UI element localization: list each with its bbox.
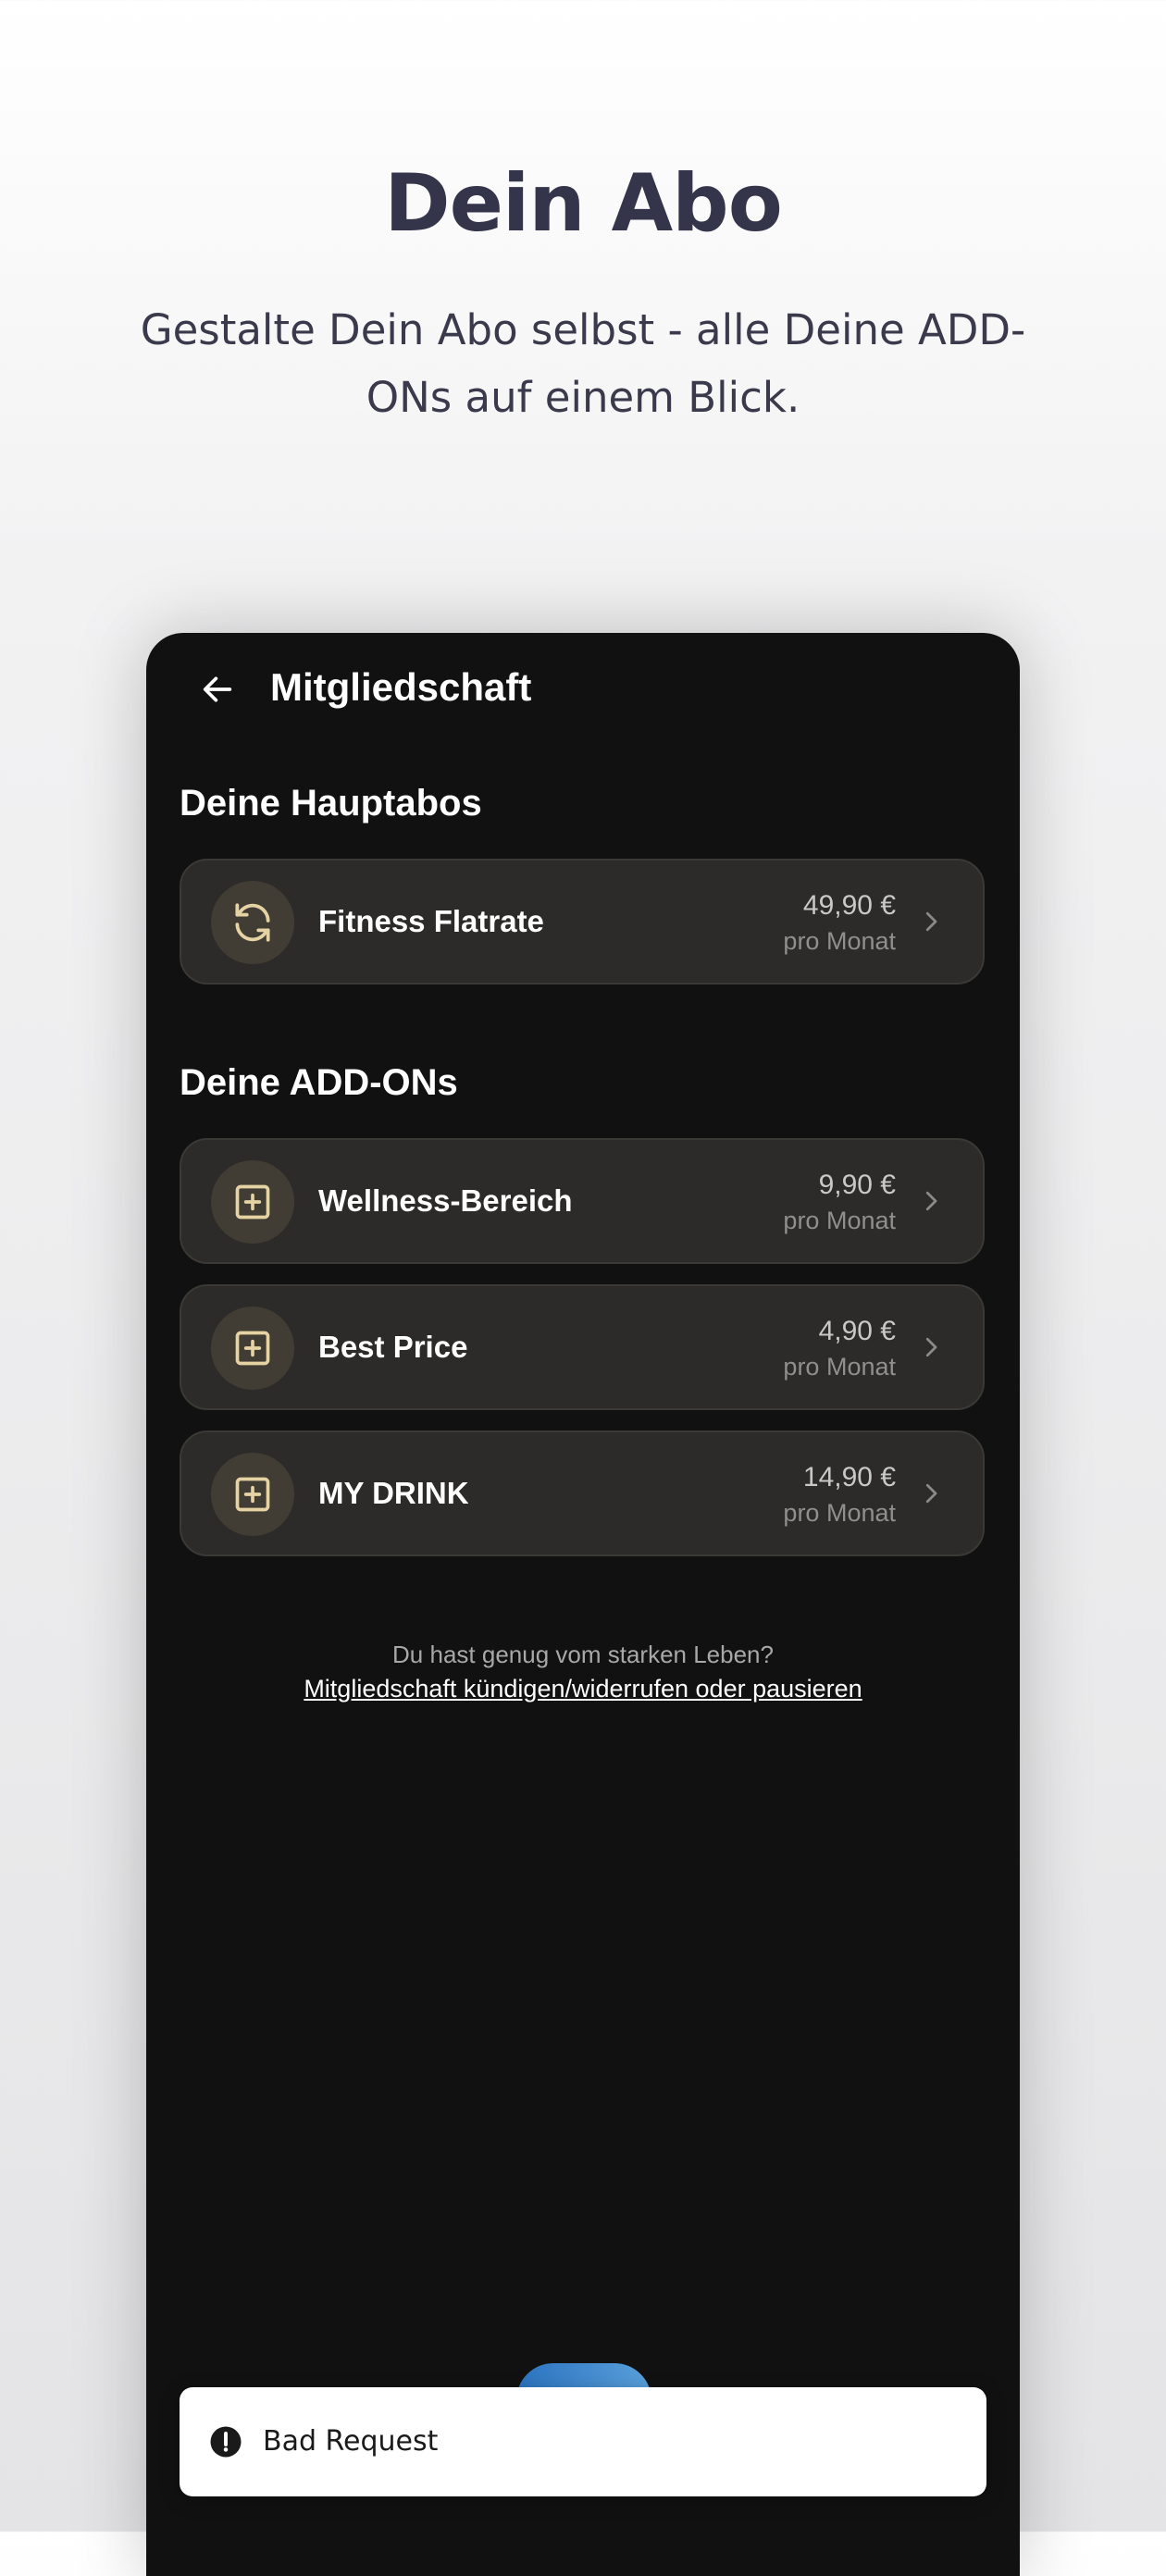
subscription-icon-circle — [211, 881, 294, 964]
promo-subtitle: Gestalte Dein Abo selbst - alle Deine AD… — [140, 305, 1026, 422]
addon-name: MY DRINK — [318, 1476, 469, 1510]
error-icon — [210, 2426, 242, 2458]
subscription-period: pro Monat — [783, 927, 896, 955]
addon-period: pro Monat — [783, 1499, 896, 1527]
addon-price: 4,90 € — [818, 1316, 896, 1346]
chevron-right-icon — [914, 905, 948, 938]
snackbar-message: Bad Request — [263, 2425, 439, 2458]
addon-period: pro Monat — [783, 1207, 896, 1234]
cancel-membership-link[interactable]: Mitgliedschaft kündigen/widerrufen oder … — [146, 1671, 1020, 1706]
addons-heading: Deine ADD-ONs — [180, 1062, 458, 1103]
phone-screen: Mitgliedschaft Deine Hauptabos Fitness F… — [146, 633, 1020, 2576]
addon-name: Wellness-Bereich — [318, 1183, 573, 1218]
plus-square-icon — [235, 1477, 270, 1512]
plus-square-icon — [235, 1184, 270, 1220]
refresh-icon — [235, 903, 270, 942]
plus-square-icon — [235, 1331, 270, 1366]
addon-icon-circle — [211, 1453, 294, 1536]
addon-price: 14,90 € — [802, 1462, 896, 1492]
main-subscriptions-heading: Deine Hauptabos — [180, 783, 482, 824]
addon-card-best-price[interactable]: Best Price 4,90 € pro Monat — [180, 1284, 985, 1410]
chevron-right-icon — [914, 1184, 948, 1218]
addon-name: Best Price — [318, 1330, 468, 1364]
addon-icon-circle — [211, 1160, 294, 1244]
error-snackbar: Bad Request — [180, 2387, 986, 2496]
addon-card-my-drink[interactable]: MY DRINK 14,90 € pro Monat — [180, 1430, 985, 1556]
subscription-price: 49,90 € — [802, 890, 896, 921]
addon-icon-circle — [211, 1307, 294, 1390]
addon-period: pro Monat — [783, 1353, 896, 1381]
addon-price: 9,90 € — [818, 1170, 896, 1200]
cancel-question-text: Du hast genug vom starken Leben? — [392, 1641, 774, 1668]
promo-title: Dein Abo — [384, 157, 783, 250]
arrow-left-icon — [203, 676, 232, 702]
subscription-name: Fitness Flatrate — [318, 904, 544, 938]
screen-title: Mitgliedschaft — [270, 665, 532, 709]
addon-card-wellness[interactable]: Wellness-Bereich 9,90 € pro Monat — [180, 1138, 985, 1264]
chevron-right-icon — [914, 1477, 948, 1510]
chevron-right-icon — [914, 1331, 948, 1364]
subscription-card-fitness-flatrate[interactable]: Fitness Flatrate 49,90 € pro Monat — [180, 859, 985, 985]
back-button[interactable] — [191, 663, 244, 716]
top-app-bar: Mitgliedschaft — [146, 633, 1020, 744]
